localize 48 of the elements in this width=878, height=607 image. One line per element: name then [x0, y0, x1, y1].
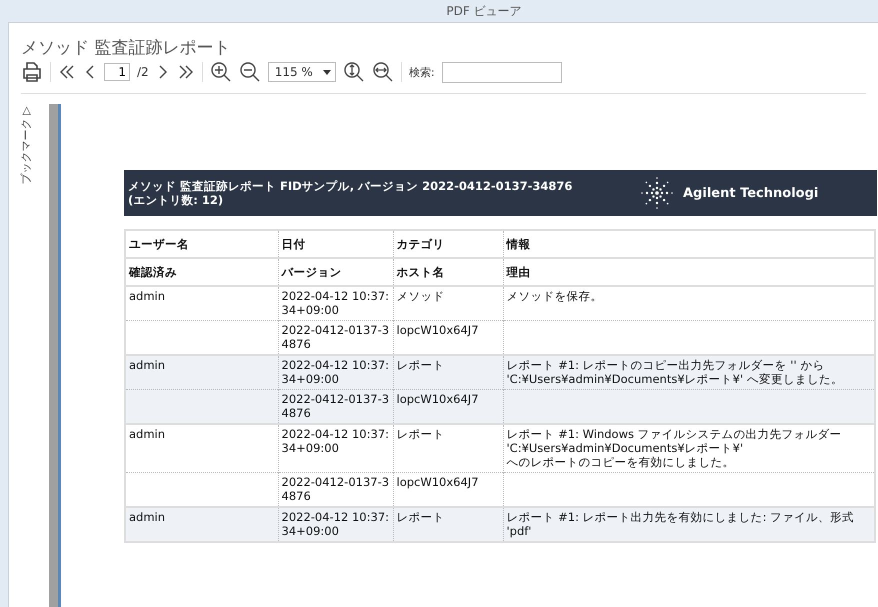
first-page-icon[interactable] — [58, 63, 76, 81]
zoom-dropdown[interactable]: 115 % — [268, 62, 336, 82]
table-cell: 2022-0412-0137-34876 — [282, 475, 390, 503]
zoom-out-icon[interactable] — [238, 61, 261, 83]
table-cell-text: レポート #1: レポートのコピー出力先フォルダーを '' から 'C:¥Users¥admin¥Documents¥レポート¥' へ変更しました。 — [506, 358, 844, 386]
table-cell: admin — [129, 510, 166, 524]
table-cell: 2022-04-12 10:37:34+09:00 — [282, 427, 390, 455]
last-page-icon[interactable] — [176, 63, 195, 81]
fit-height-icon[interactable] — [342, 61, 365, 83]
column-header: ユーザー名 — [125, 230, 278, 258]
table-cell: レポート — [396, 427, 444, 441]
document-title: メソッド 監査証跡レポート — [21, 37, 232, 59]
table-cell: lopcW10x64J7 — [396, 392, 479, 406]
table-cell: admin — [129, 427, 166, 441]
table-cell: レポート — [396, 510, 444, 524]
bookmark-tab[interactable]: ブックマーク ▷ — [18, 106, 34, 184]
column-header: 理由 — [503, 258, 875, 286]
table-cell: 2022-04-12 10:37:34+09:00 — [282, 289, 390, 317]
table-cell-text: レポート #1: Windows ファイルシステムの出力先フォルダー 'C:¥Users¥admin¥Documents¥レポート¥' へのレポートのコピーを有効にしました。 — [506, 427, 843, 469]
table-cell: メソッド — [396, 289, 444, 303]
table-cell-text: メソッドを保存。 — [506, 289, 604, 303]
table-cell: lopcW10x64J7 — [396, 323, 479, 337]
page-number-field[interactable]: 1 — [104, 63, 130, 81]
table-cell: 2022-0412-0137-34876 — [282, 392, 390, 420]
zoom-in-icon[interactable] — [210, 61, 232, 83]
column-header: ホスト名 — [393, 258, 503, 286]
print-icon[interactable] — [21, 61, 43, 83]
table-cell: admin — [129, 358, 166, 372]
column-header: カテゴリ — [393, 230, 503, 258]
table-cell-text: レポート #1: レポート出力先を有効にしました: ファイル、形式 'pdf' — [506, 510, 856, 538]
column-header: バージョン — [278, 258, 393, 286]
window-title: PDF ビューア — [446, 2, 522, 20]
page-total: /2 — [137, 65, 149, 79]
column-header: 確認済み — [125, 258, 278, 286]
logo-text: Agilent Technologi — [683, 186, 818, 200]
column-header: 日付 — [278, 230, 393, 258]
table-cell: lopcW10x64J7 — [396, 475, 479, 489]
table-cell: 2022-04-12 10:37:34+09:00 — [282, 358, 390, 386]
column-header: 情報 — [503, 230, 875, 258]
table-cell: 2022-0412-0137-34876 — [282, 323, 390, 351]
report-title: メソッド 監査証跡レポート FIDサンプル, バージョン 2022-0412-0137-34876 (エントリ数: 12) — [128, 179, 574, 207]
table-cell: レポート — [396, 358, 444, 372]
search-label: 検索: — [408, 64, 435, 80]
fit-width-icon[interactable] — [372, 61, 394, 83]
table-cell: admin — [129, 289, 166, 303]
search-field[interactable] — [442, 62, 562, 82]
table-cell: 2022-04-12 10:37:34+09:00 — [282, 510, 390, 538]
caret-icon — [322, 70, 331, 74]
